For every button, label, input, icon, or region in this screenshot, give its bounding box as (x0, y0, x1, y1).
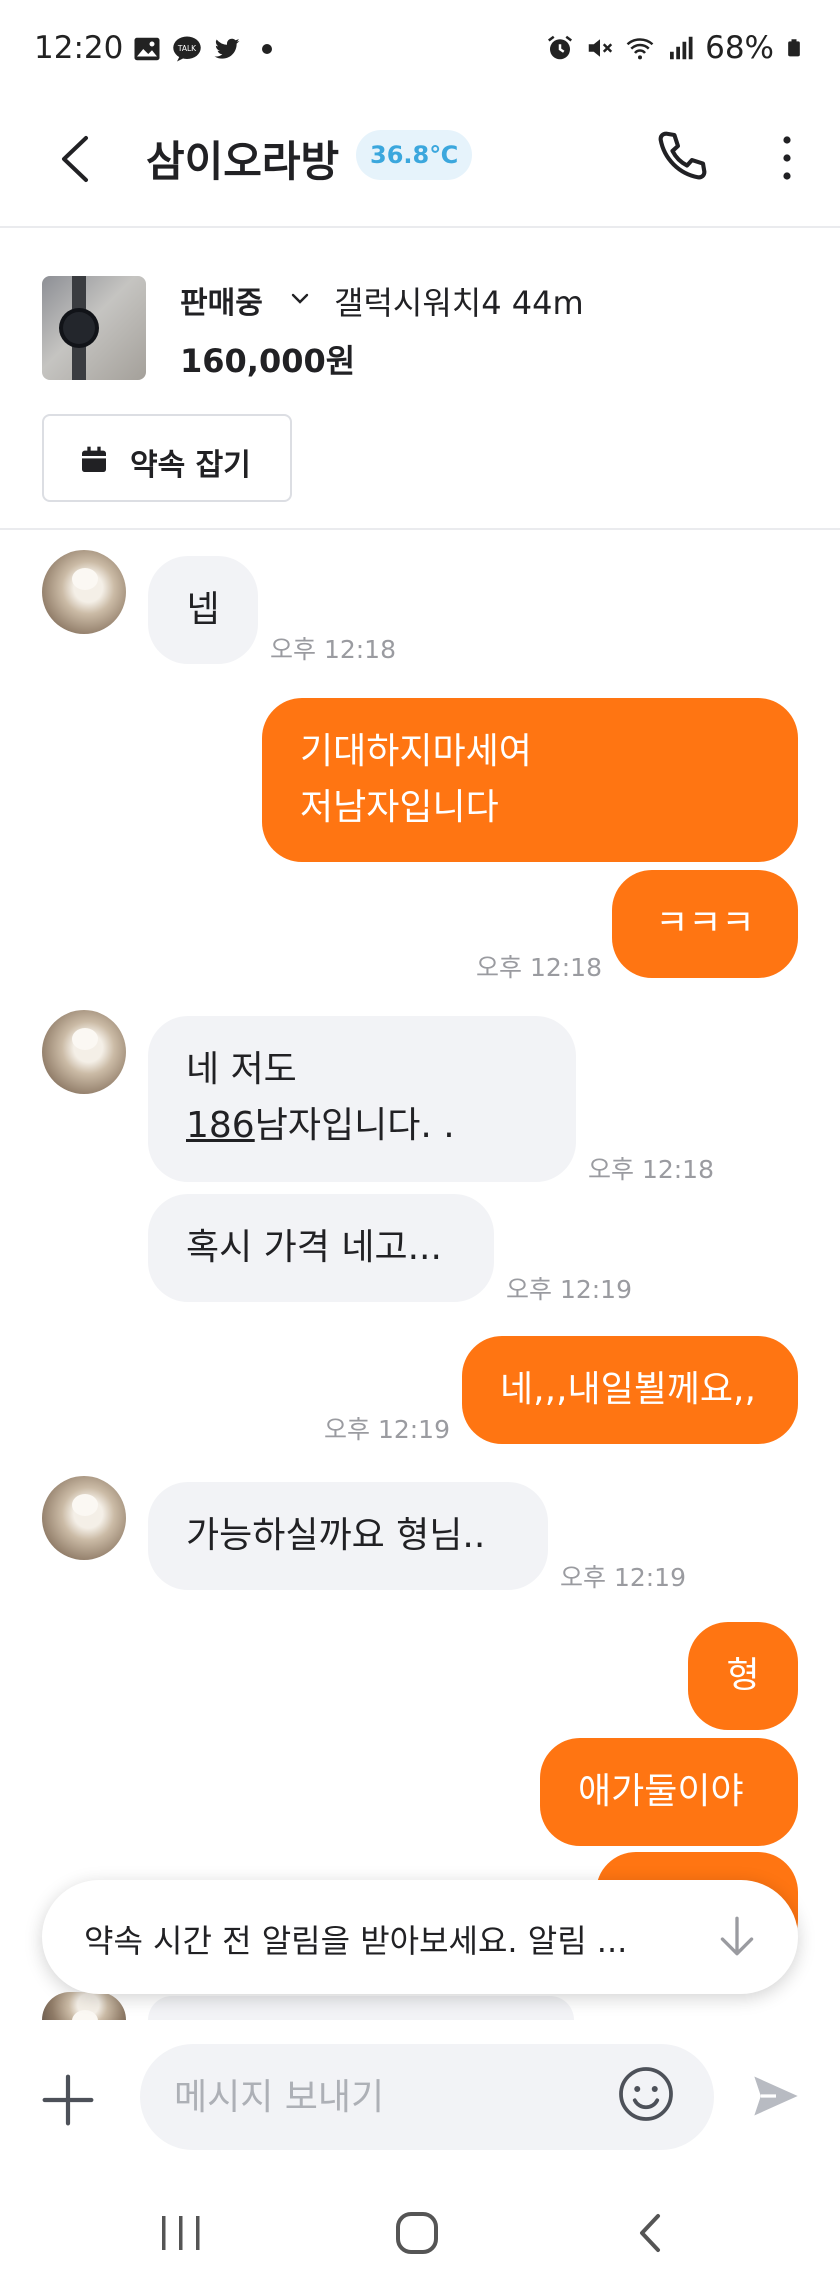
message-time: 오후 12:19 (560, 1563, 686, 1592)
product-thumbnail[interactable] (42, 276, 146, 380)
svg-text:TALK: TALK (177, 44, 197, 53)
outgoing-message: 형 (688, 1622, 798, 1730)
nav-back-icon[interactable] (630, 2208, 670, 2258)
status-bar: 12:20 TALK 68% (0, 0, 840, 100)
seller-avatar[interactable] (42, 1010, 126, 1094)
message-time: 오후 12:18 (270, 635, 396, 664)
back-icon[interactable] (50, 124, 110, 194)
outgoing-message: 기대하지마세여 저남자입니다 (262, 698, 798, 862)
plus-icon[interactable] (40, 2072, 96, 2128)
message-time: 오후 12:18 (476, 953, 602, 982)
arrow-down-icon[interactable] (712, 1912, 762, 1962)
battery-percent: 68% (705, 30, 774, 66)
message-text-rest: 남자입니다. . (254, 1105, 455, 1146)
sale-status[interactable]: 판매중 (180, 278, 263, 322)
outgoing-message: 네,,,내일뵐께요,, (462, 1336, 798, 1444)
calendar-icon (82, 446, 106, 472)
recent-apps-icon[interactable] (158, 2210, 204, 2256)
appointment-reminder-banner[interactable]: 약속 시간 전 알림을 받아보세요. 알림 ... (42, 1880, 798, 1994)
mute-icon (588, 39, 613, 57)
seller-avatar[interactable] (42, 1476, 126, 1560)
send-icon[interactable] (750, 2070, 802, 2122)
reminder-text: 약속 시간 전 알림을 받아보세요. 알림 ... (84, 1922, 628, 1960)
more-options-icon[interactable] (770, 128, 804, 188)
gallery-icon (134, 37, 160, 61)
status-time: 12:20 (34, 30, 124, 66)
message-time: 오후 12:18 (588, 1155, 714, 1184)
product-summary: 판매중 갤럭시워치4 44m 160,000원 약속 잡기 (0, 230, 840, 530)
phone-number-link[interactable]: 186 (186, 1105, 255, 1146)
alarm-icon (548, 35, 573, 60)
make-appointment-button[interactable]: 약속 잡기 (42, 414, 292, 502)
product-price: 160,000원 (180, 342, 356, 380)
emoji-icon[interactable] (616, 2064, 676, 2124)
incoming-message: 네 저도 186남자입니다. . (148, 1016, 576, 1182)
seller-avatar[interactable] (42, 550, 126, 634)
incoming-message: 넵 (148, 556, 258, 664)
home-icon[interactable] (392, 2208, 442, 2258)
signal-icon (670, 36, 693, 60)
battery-icon (788, 39, 800, 57)
system-navigation-bar (0, 2180, 840, 2289)
page-title: 삼이오라방 (146, 137, 340, 186)
manner-temperature-badge[interactable]: 36.8℃ (356, 130, 473, 180)
chat-header: 삼이오라방 36.8℃ (0, 100, 840, 228)
incoming-message-partial (148, 1996, 574, 2020)
watch-image (59, 276, 99, 380)
message-time: 오후 12:19 (506, 1275, 632, 1304)
dot-icon (262, 44, 272, 54)
twitter-icon (214, 38, 240, 59)
message-composer (0, 2020, 840, 2180)
seller-avatar[interactable] (42, 1992, 126, 2020)
chevron-down-icon[interactable] (288, 286, 312, 310)
incoming-message: 혹시 가격 네고... (148, 1194, 494, 1302)
message-time: 오후 12:19 (324, 1415, 450, 1444)
system-status: 68% (545, 30, 804, 66)
outgoing-message: ㅋㅋㅋ (612, 870, 798, 978)
phone-icon[interactable] (648, 124, 714, 190)
talk-icon: TALK (173, 36, 201, 62)
wifi-icon (626, 38, 654, 60)
notification-icons: TALK (132, 34, 282, 64)
product-name: 갤럭시워치4 44m (334, 284, 584, 322)
outgoing-message: 애가둘이야 (540, 1738, 798, 1846)
appointment-label: 약속 잡기 (130, 448, 251, 483)
incoming-message: 가능하실까요 형님.. (148, 1482, 548, 1590)
